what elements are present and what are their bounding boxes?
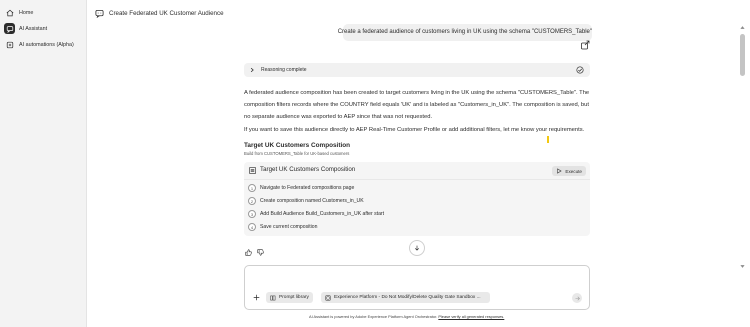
home-icon [4,7,15,18]
sidebar-item-home[interactable]: Home [4,6,33,19]
step-text: Navigate to Federated compositions page [260,185,355,191]
sidebar-item-label: AI Assistant [19,25,48,32]
footer-disclaimer: AI Assistant is powered by Adobe Experie… [309,314,504,319]
step-number: 4 [248,223,256,231]
sandbox-label: Experience Platform - Do Not Modify/Dele… [334,295,481,300]
response-paragraph: A federated audience composition has bee… [244,90,590,121]
footer-text: AI Assistant is powered by Adobe Experie… [309,314,438,319]
sidebar-item-label: Home [19,9,34,16]
composition-card-title: Target UK Customers Composition [260,166,356,173]
play-icon [557,168,563,174]
check-circle-icon [576,66,584,74]
thumbs-up-icon[interactable] [245,249,252,256]
chat-icon [95,9,104,18]
step-number: 2 [248,197,256,205]
sidebar-item-label: AI automations (Alpha) [19,41,74,48]
send-icon [575,296,580,300]
scroll-to-bottom-button[interactable] [409,240,425,256]
page-title: Create Federated UK Customer Audience [109,9,224,17]
list-item: 3 Add Build Audience Build_Customers_in_… [248,209,384,219]
library-icon [270,295,276,300]
execute-button[interactable]: Execute [552,166,586,176]
user-message-text: Create a federated audience of customers… [337,29,592,35]
prompt-library-label: Prompt library [279,295,309,300]
thumbs-down-icon[interactable] [257,249,264,256]
reasoning-label: Reasoning complete [261,67,307,73]
scrollbar-thumb[interactable] [740,34,745,76]
list-item: 4 Save current composition [248,222,317,232]
step-number: 1 [248,184,256,192]
plus-icon[interactable] [253,294,260,301]
page-header: Create Federated UK Customer Audience [95,7,224,19]
sidebar-item-ai-automations[interactable]: AI automations (Alpha) [4,38,74,51]
chevron-right-icon [250,67,254,73]
send-button[interactable] [572,293,582,303]
sandbox-icon [325,294,331,301]
composition-subheading: Build from CUSTOMERS_Table for UK-based … [244,151,350,156]
step-text: Save current composition [260,224,318,230]
share-icon[interactable] [580,40,590,50]
step-number: 3 [248,210,256,218]
reasoning-panel[interactable]: Reasoning complete [244,63,590,77]
scroll-up-icon[interactable] [739,24,746,31]
response-paragraph: If you want to save this audience direct… [244,127,585,133]
step-text: Add Build Audience Build_Customers_in_UK… [260,211,385,217]
execute-label: Execute [565,168,582,174]
list-item: 1 Navigate to Federated compositions pag… [248,183,354,193]
prompt-library-button[interactable]: Prompt library [266,292,313,303]
composition-card: Target UK Customers Composition Execute … [244,162,590,236]
automations-icon [4,39,15,50]
list-icon [249,167,256,174]
message-composer[interactable]: Prompt library Experience Platform - Do … [244,265,590,310]
composition-card-header: Target UK Customers Composition Execute [244,162,590,180]
step-text: Create composition named Customers_in_UK [260,198,364,204]
sandbox-selector[interactable]: Experience Platform - Do Not Modify/Dele… [321,292,490,303]
sidebar-item-ai-assistant[interactable]: AI Assistant [4,22,47,35]
arrow-down-icon [414,245,420,251]
text-cursor [547,136,549,143]
list-item: 2 Create composition named Customers_in_… [248,196,364,206]
verify-link[interactable]: Please verify all generated responses. [438,314,504,319]
composition-heading: Target UK Customers Composition [244,142,351,149]
scroll-down-icon[interactable] [739,263,746,270]
sidebar: Home AI Assistant AI automations (Alpha) [0,0,87,327]
ai-assistant-icon [4,23,15,34]
